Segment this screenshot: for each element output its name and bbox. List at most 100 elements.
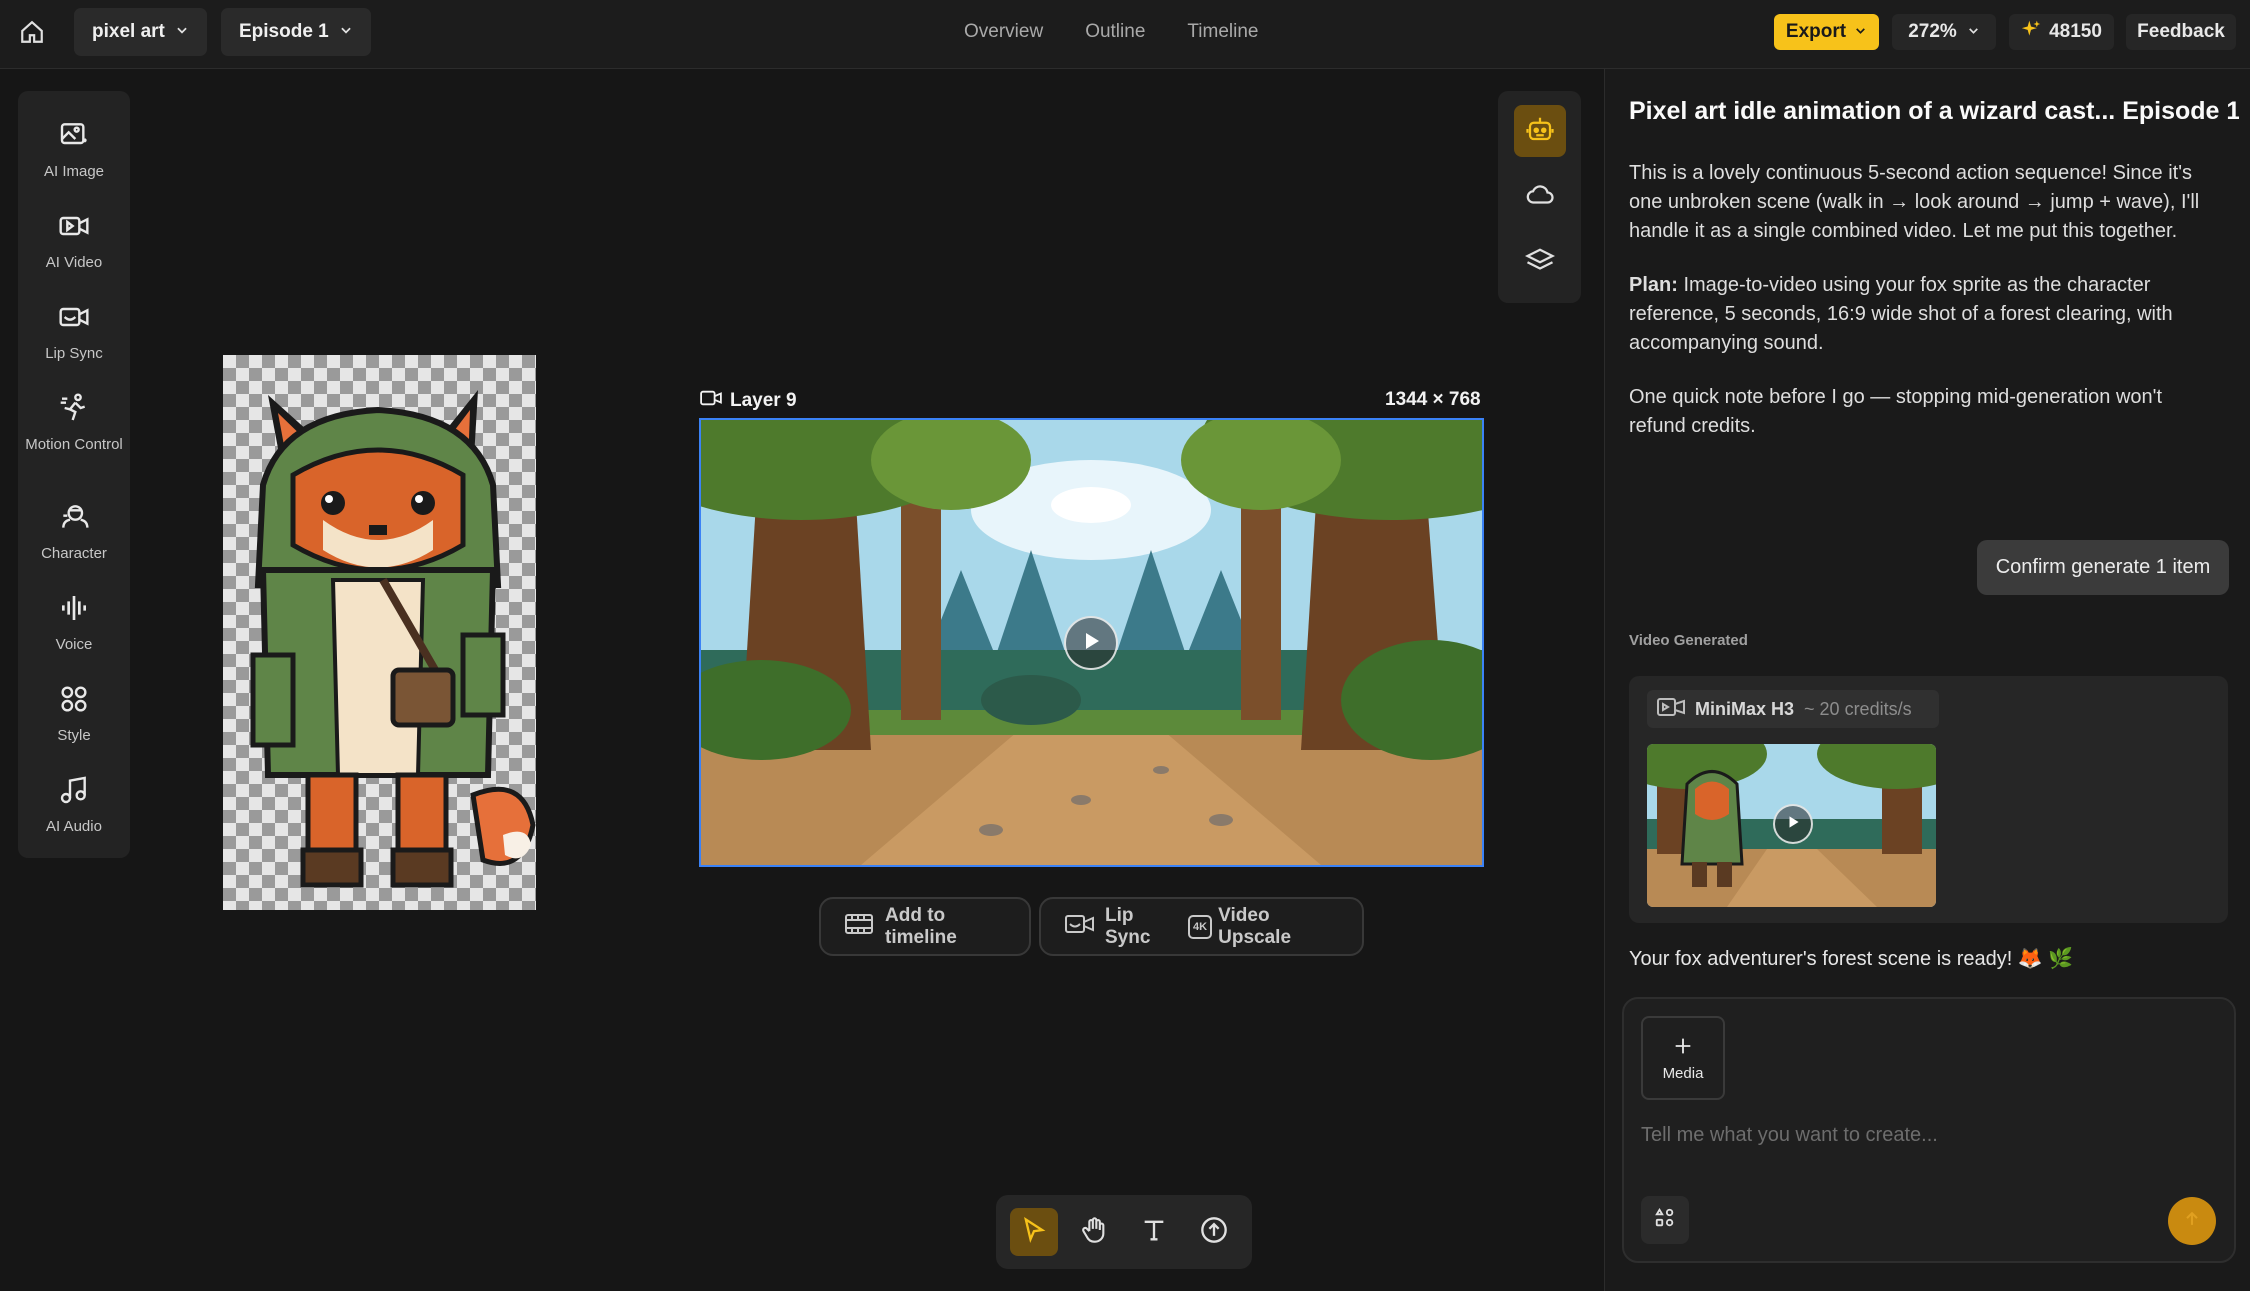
sparkle-icon xyxy=(2021,19,2041,45)
tab-timeline[interactable]: Timeline xyxy=(1187,21,1258,43)
tool-ai-video[interactable]: AI Video xyxy=(18,210,130,272)
canvas-bottom-toolbar xyxy=(996,1195,1252,1269)
assistant-button[interactable] xyxy=(1514,105,1566,157)
plan-label: Plan: xyxy=(1629,274,1678,296)
4k-badge-label: 4K xyxy=(1192,920,1208,933)
home-icon[interactable] xyxy=(16,16,48,48)
lip-sync-button[interactable]: Lip Sync xyxy=(1065,905,1176,949)
chat-title: Pixel art idle animation of a wizard cas… xyxy=(1629,97,2239,125)
voice-icon xyxy=(58,592,90,629)
tool-label: Style xyxy=(57,727,91,744)
tool-label: Lip Sync xyxy=(45,345,103,362)
chevron-down-icon xyxy=(339,21,353,43)
play-icon xyxy=(1081,631,1101,656)
video-icon xyxy=(700,389,722,413)
model-cost: ~ 20 credits/s xyxy=(1804,698,1912,719)
layers-icon xyxy=(1524,246,1556,281)
layer-name: Layer 9 xyxy=(730,390,797,411)
export-button[interactable]: Export xyxy=(1774,14,1879,50)
text-tool-button[interactable] xyxy=(1130,1208,1178,1256)
cursor-icon xyxy=(1020,1216,1048,1249)
upload-tool-button[interactable] xyxy=(1190,1208,1238,1256)
tool-ai-audio[interactable]: AI Audio xyxy=(18,774,130,836)
text-icon xyxy=(1140,1216,1168,1249)
thumbnail-play-button[interactable] xyxy=(1773,804,1813,844)
hand-tool-button[interactable] xyxy=(1070,1208,1118,1256)
feedback-button[interactable]: Feedback xyxy=(2126,14,2236,50)
add-to-timeline-label: Add to timeline xyxy=(885,904,957,948)
prompt-input[interactable] xyxy=(1641,1118,2201,1152)
send-button[interactable] xyxy=(2168,1197,2216,1245)
chat-plan-message: Plan: Image-to-video using your fox spri… xyxy=(1629,271,2219,358)
media-label: Media xyxy=(1662,1064,1704,1082)
chevron-down-icon xyxy=(175,21,189,43)
model-name: MiniMax H3 xyxy=(1695,698,1795,719)
robot-icon xyxy=(1525,114,1555,149)
chat-note-message: One quick note before I go — stopping mi… xyxy=(1629,386,2163,437)
tool-label: Voice xyxy=(55,636,93,653)
nav-tabs: Overview Outline Timeline xyxy=(964,0,1258,64)
tool-style[interactable]: Style xyxy=(18,683,130,745)
film-strip-icon xyxy=(845,913,873,941)
video-generated-label: Video Generated xyxy=(1629,632,1748,649)
fox-sprite-image[interactable] xyxy=(223,355,536,910)
apps-button[interactable] xyxy=(1641,1196,1689,1244)
layers-button[interactable] xyxy=(1514,237,1566,289)
upload-icon xyxy=(1200,1216,1228,1249)
credits-button[interactable]: 48150 xyxy=(2009,14,2114,50)
chat-message: This is a lovely continuous 5-second act… xyxy=(1629,162,2200,242)
zoom-level: 272% xyxy=(1908,21,1957,42)
video-upscale-button[interactable]: 4K Video Upscale xyxy=(1187,905,1338,949)
plan-text: Image-to-video using your fox sprite as … xyxy=(1629,274,2173,354)
cloud-button[interactable] xyxy=(1514,171,1566,223)
left-toolbar: AI Image AI Video Lip Sync Motion Contro… xyxy=(18,91,130,858)
audio-icon xyxy=(58,774,90,811)
video-icon xyxy=(1657,697,1685,722)
arrow-up-icon xyxy=(2182,1209,2202,1234)
play-button[interactable] xyxy=(1064,616,1118,670)
confirm-generate-button[interactable]: Confirm generate 1 item xyxy=(1977,540,2229,595)
add-media-button[interactable]: Media xyxy=(1641,1016,1725,1100)
video-icon xyxy=(58,210,90,247)
layer-dimensions: 1344 × 768 xyxy=(1385,389,1481,410)
play-icon xyxy=(1786,815,1800,834)
character-icon xyxy=(58,501,90,538)
plus-icon xyxy=(1672,1035,1694,1061)
project-dropdown[interactable]: pixel art xyxy=(74,8,207,56)
select-tool-button[interactable] xyxy=(1010,1208,1058,1256)
tool-label: Motion Control xyxy=(25,436,123,453)
add-to-timeline-button[interactable]: Add to timeline xyxy=(819,897,1031,956)
video-actions-group: Lip Sync 4K Video Upscale xyxy=(1039,897,1364,956)
tool-motion-control[interactable]: Motion Control xyxy=(18,392,130,454)
tool-label: AI Image xyxy=(43,163,105,180)
chevron-down-icon xyxy=(1854,21,1867,43)
tool-lip-sync[interactable]: Lip Sync xyxy=(18,301,130,363)
project-name: pixel art xyxy=(92,21,165,42)
tool-character[interactable]: Character xyxy=(18,501,130,563)
tab-outline[interactable]: Outline xyxy=(1085,21,1145,43)
lip-sync-icon xyxy=(58,301,90,338)
tab-overview[interactable]: Overview xyxy=(964,21,1043,43)
tool-label: AI Audio xyxy=(46,818,102,835)
lip-sync-label: Lip Sync xyxy=(1105,904,1151,948)
tool-voice[interactable]: Voice xyxy=(18,592,130,654)
style-icon xyxy=(58,683,90,720)
zoom-dropdown[interactable]: 272% xyxy=(1892,14,1996,50)
cloud-icon xyxy=(1525,180,1555,215)
tool-ai-image[interactable]: AI Image xyxy=(18,119,130,181)
episode-dropdown[interactable]: Episode 1 xyxy=(221,8,371,56)
4k-icon: 4K xyxy=(1187,914,1213,939)
credits-count: 48150 xyxy=(2049,21,2102,42)
video-layer-frame[interactable] xyxy=(699,418,1484,867)
motion-icon xyxy=(58,392,90,429)
ready-message: Your fox adventurer's forest scene is re… xyxy=(1629,948,2074,970)
fox-character-illustration xyxy=(250,390,536,888)
apps-icon xyxy=(1654,1207,1676,1234)
image-icon xyxy=(58,119,90,156)
episode-name: Episode 1 xyxy=(239,21,329,42)
tool-label: AI Video xyxy=(45,254,103,271)
export-label: Export xyxy=(1785,21,1847,42)
model-chip: MiniMax H3 ~ 20 credits/s xyxy=(1647,690,1939,728)
tool-label: Character xyxy=(41,545,107,562)
generated-video-thumbnail[interactable] xyxy=(1647,744,1936,907)
